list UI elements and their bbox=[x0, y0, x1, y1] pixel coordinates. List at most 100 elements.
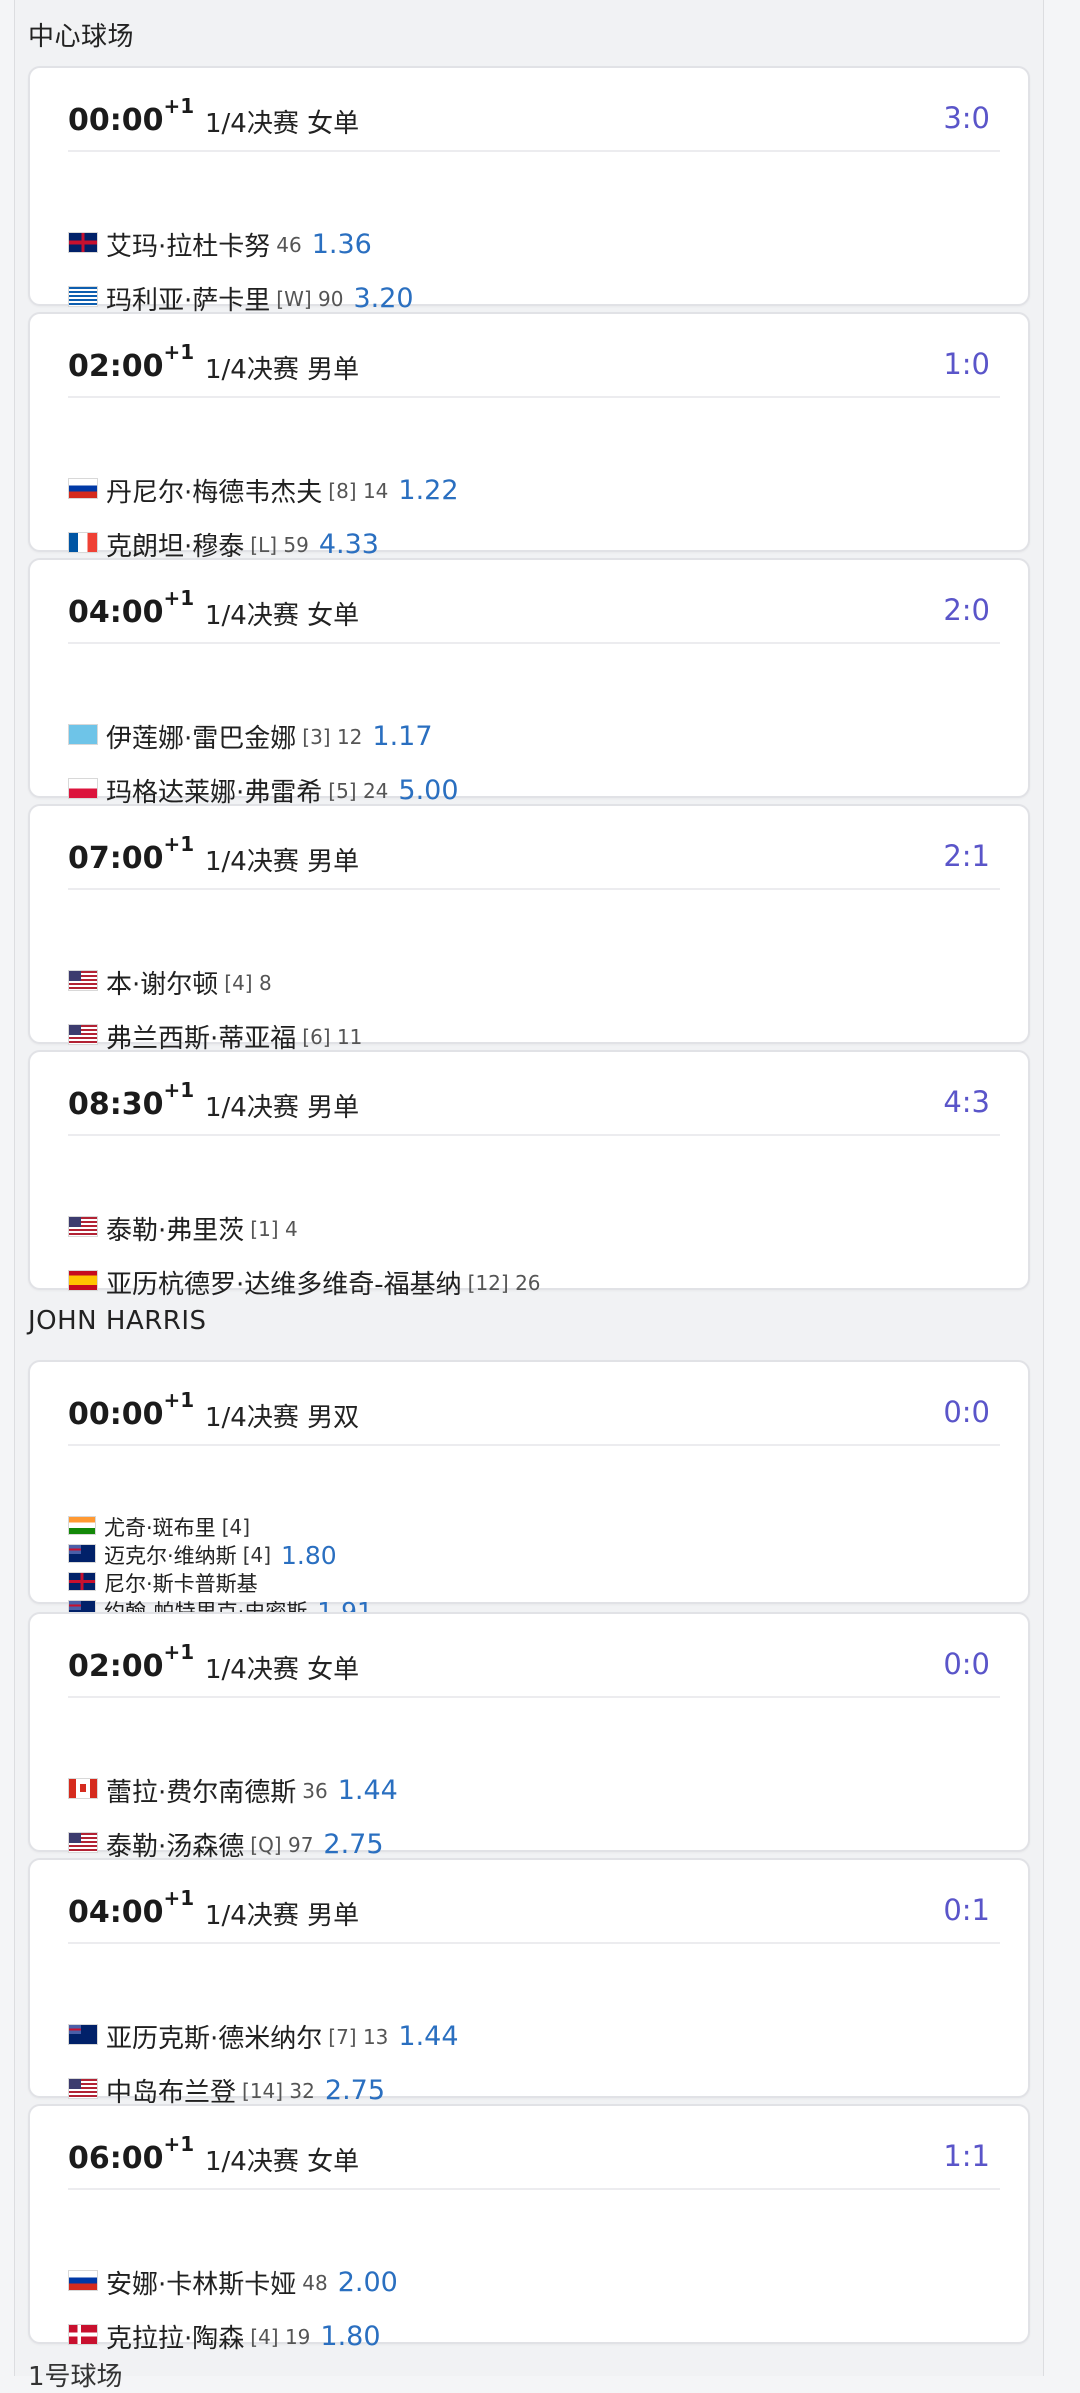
match-time-value: 00:00 bbox=[68, 1397, 164, 1432]
player-odds[interactable]: 5.00 bbox=[398, 775, 458, 806]
match-header: 00:00+1 1/4决赛 男双 0:0 bbox=[68, 1384, 990, 1433]
match-time: 04:00+1 bbox=[68, 1886, 194, 1930]
player-row: 迈克尔·维纳斯 [4] 1.80 bbox=[68, 1540, 337, 1570]
match-card[interactable]: 08:30+1 1/4决赛 男单 4:3 泰勒·弗里茨 [1] 4 亚历杭德罗·达维多维奇… bbox=[28, 1050, 1030, 1300]
player-name: 伊莲娜·雷巴金娜 bbox=[106, 724, 297, 754]
player-odds[interactable]: 3.20 bbox=[353, 283, 413, 314]
player-row: 丹尼尔·梅德韦杰夫 [8] 14 1.22 bbox=[68, 472, 459, 512]
player-seed-rank: [4] bbox=[221, 1515, 251, 1539]
match-header: 02:00+1 1/4决赛 女单 0:0 bbox=[68, 1636, 990, 1685]
match-header: 08:30+1 1/4决赛 男单 4:3 bbox=[68, 1074, 990, 1123]
header-divider bbox=[68, 2188, 1000, 2190]
header-divider bbox=[68, 1942, 1000, 1944]
country-flag-icon bbox=[68, 724, 98, 745]
country-flag-icon bbox=[68, 1216, 98, 1237]
header-divider bbox=[68, 1134, 1000, 1136]
day-offset-badge: +1 bbox=[163, 1388, 195, 1412]
match-card[interactable]: 00:00+1 1/4决赛 男双 0:0 尤奇·斑布里 [4] 迈克尔·维纳斯 [4] 1.8… bbox=[28, 1360, 1030, 1626]
country-flag-icon bbox=[68, 2078, 98, 2099]
match-card[interactable]: 02:00+1 1/4决赛 女单 0:0 蕾拉·费尔南德斯 36 1.44 泰勒·汤森德 [Q… bbox=[28, 1612, 1030, 1862]
match-time: 06:00+1 bbox=[68, 2132, 194, 2176]
country-flag-icon bbox=[68, 478, 98, 499]
day-offset-badge: +1 bbox=[163, 1640, 195, 1664]
court-section-title: 中心球场 bbox=[28, 22, 135, 52]
header-divider bbox=[68, 1696, 1000, 1698]
country-flag-icon bbox=[68, 970, 98, 991]
player-row: 安娜·卡林斯卡娅 48 2.00 bbox=[68, 2264, 398, 2304]
match-round: 1/4决赛 男单 bbox=[205, 1901, 360, 1931]
match-time-value: 07:00 bbox=[68, 841, 164, 876]
match-time-value: 06:00 bbox=[68, 2141, 164, 2176]
day-offset-badge: +1 bbox=[163, 586, 195, 610]
match-time-value: 08:30 bbox=[68, 1087, 164, 1122]
player-odds[interactable]: 1.80 bbox=[281, 1541, 337, 1570]
match-card[interactable]: 00:00+1 1/4决赛 女单 3:0 艾玛·拉杜卡努 46 1.36 玛利亚·萨卡里 [W… bbox=[28, 66, 1030, 316]
match-time: 08:30+1 bbox=[68, 1078, 194, 1122]
player-seed-rank: 36 bbox=[302, 1778, 328, 1803]
player-odds[interactable]: 1.36 bbox=[312, 229, 372, 260]
match-time: 02:00+1 bbox=[68, 1640, 194, 1684]
player-seed-rank: [3] 12 bbox=[302, 724, 363, 749]
match-header: 02:00+1 1/4决赛 男单 1:0 bbox=[68, 336, 990, 385]
player-odds[interactable]: 1.80 bbox=[320, 2321, 380, 2352]
day-offset-badge: +1 bbox=[163, 340, 195, 364]
player-odds[interactable]: 4.33 bbox=[319, 529, 379, 560]
player-odds[interactable]: 1.44 bbox=[398, 2021, 458, 2052]
country-flag-icon bbox=[68, 1832, 98, 1853]
match-round: 1/4决赛 女单 bbox=[205, 2147, 360, 2177]
match-card[interactable]: 04:00+1 1/4决赛 男单 0:1 亚历克斯·德米纳尔 [7] 13 1.44 中岛布… bbox=[28, 1858, 1030, 2108]
player-seed-rank: [4] 8 bbox=[224, 970, 272, 995]
player-odds[interactable]: 1.44 bbox=[338, 1775, 398, 1806]
header-divider bbox=[68, 1444, 1000, 1446]
day-offset-badge: +1 bbox=[163, 94, 195, 118]
match-card[interactable]: 07:00+1 1/4决赛 男单 2:1 本·谢尔顿 [4] 8 弗兰西斯·蒂亚福 [6] … bbox=[28, 804, 1030, 1054]
match-score: 2:0 bbox=[943, 593, 990, 627]
country-flag-icon bbox=[68, 2270, 98, 2291]
match-score: 4:3 bbox=[943, 1085, 990, 1119]
match-card[interactable]: 04:00+1 1/4决赛 女单 2:0 伊莲娜·雷巴金娜 [3] 12 1.17 玛格达莱… bbox=[28, 558, 1030, 808]
match-score: 1:0 bbox=[943, 347, 990, 381]
match-header: 04:00+1 1/4决赛 女单 2:0 bbox=[68, 582, 990, 631]
country-flag-icon bbox=[68, 1024, 98, 1045]
player-name: 尼尔·斯卡普斯基 bbox=[104, 1572, 258, 1596]
player-name: 克拉拉·陶森 bbox=[106, 2324, 245, 2354]
player-seed-rank: [5] 24 bbox=[328, 778, 389, 803]
country-flag-icon bbox=[68, 1515, 96, 1535]
player-seed-rank: [W] 90 bbox=[276, 286, 344, 311]
match-card[interactable]: 06:00+1 1/4决赛 女单 1:1 安娜·卡林斯卡娅 48 2.00 克拉拉·陶森 [4… bbox=[28, 2104, 1030, 2354]
country-flag-icon bbox=[68, 1778, 98, 1799]
match-header: 04:00+1 1/4决赛 男单 0:1 bbox=[68, 1882, 990, 1931]
country-flag-icon bbox=[68, 1543, 96, 1563]
player-odds[interactable]: 1.22 bbox=[398, 475, 458, 506]
player-odds[interactable]: 1.17 bbox=[372, 721, 432, 752]
match-time-value: 04:00 bbox=[68, 1895, 164, 1930]
player-seed-rank: [1] 4 bbox=[250, 1216, 298, 1241]
match-score: 1:1 bbox=[943, 2139, 990, 2173]
player-seed-rank: 46 bbox=[276, 232, 302, 257]
player-name: 丹尼尔·梅德韦杰夫 bbox=[106, 478, 323, 508]
player-name: 蕾拉·费尔南德斯 bbox=[106, 1778, 297, 1808]
match-time-value: 02:00 bbox=[68, 349, 164, 384]
player-row: 泰勒·弗里茨 [1] 4 bbox=[68, 1210, 298, 1250]
day-offset-badge: +1 bbox=[163, 1886, 195, 1910]
player-row: 克拉拉·陶森 [4] 19 1.80 bbox=[68, 2318, 381, 2358]
header-divider bbox=[68, 150, 1000, 152]
match-time: 07:00+1 bbox=[68, 832, 194, 876]
match-score: 0:0 bbox=[943, 1647, 990, 1681]
match-score: 2:1 bbox=[943, 839, 990, 873]
country-flag-icon bbox=[68, 778, 98, 799]
country-flag-icon bbox=[68, 232, 98, 253]
match-time-value: 02:00 bbox=[68, 1649, 164, 1684]
player-odds[interactable]: 2.75 bbox=[323, 1829, 383, 1860]
player-odds[interactable]: 2.00 bbox=[338, 2267, 398, 2298]
player-name: 尤奇·斑布里 bbox=[104, 1516, 216, 1540]
player-seed-rank: [14] 32 bbox=[242, 2078, 315, 2103]
player-name: 泰勒·弗里茨 bbox=[106, 1216, 245, 1246]
player-seed-rank: [L] 59 bbox=[250, 532, 309, 557]
player-row: 艾玛·拉杜卡努 46 1.36 bbox=[68, 226, 372, 266]
match-card[interactable]: 02:00+1 1/4决赛 男单 1:0 丹尼尔·梅德韦杰夫 [8] 14 1.22 克朗坦… bbox=[28, 312, 1030, 562]
player-odds[interactable]: 2.75 bbox=[325, 2075, 385, 2106]
match-time: 04:00+1 bbox=[68, 586, 194, 630]
player-seed-rank: 48 bbox=[302, 2270, 328, 2295]
next-court-title-partial: 1号球场 bbox=[28, 2362, 123, 2392]
